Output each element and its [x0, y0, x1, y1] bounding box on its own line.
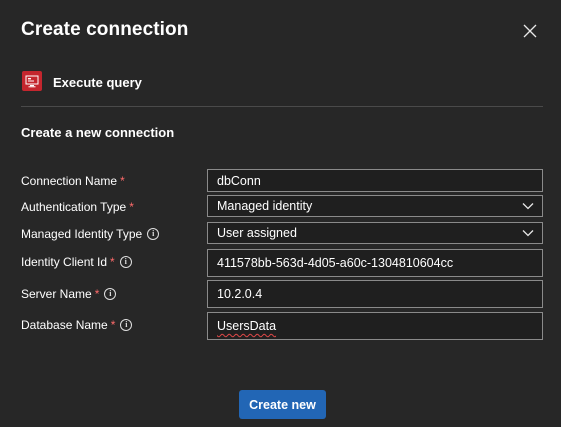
create-connection-dialog: Create connection Execute query Create a… — [0, 0, 561, 427]
database-name-label-text: Database Name — [21, 318, 108, 332]
authentication-type-select[interactable]: Managed identity — [207, 195, 543, 217]
server-name-input[interactable]: 10.2.0.4 — [207, 280, 543, 308]
info-icon[interactable]: i — [147, 228, 160, 240]
required-asterisk: * — [129, 200, 134, 214]
server-name-label-text: Server Name — [21, 287, 92, 301]
action-name: Execute query — [53, 75, 142, 90]
managed-identity-type-label-text: Managed Identity Type — [21, 227, 143, 241]
chevron-down-icon — [522, 203, 534, 210]
info-icon[interactable]: i — [120, 319, 133, 331]
authentication-type-label: Authentication Type * — [21, 200, 134, 214]
info-icon[interactable]: i — [104, 288, 117, 300]
chevron-down-icon — [522, 230, 534, 237]
close-icon — [523, 24, 537, 38]
authentication-type-label-text: Authentication Type — [21, 200, 127, 214]
close-button[interactable] — [519, 20, 541, 42]
server-name-label: Server Name * i — [21, 287, 117, 301]
required-asterisk: * — [120, 174, 125, 188]
section-title: Create a new connection — [21, 125, 175, 140]
identity-client-id-value: 411578bb-563d-4d05-a60c-1304810604cc — [217, 256, 454, 270]
sql-server-icon — [22, 71, 42, 91]
connection-name-input[interactable]: dbConn — [207, 169, 543, 192]
create-new-button[interactable]: Create new — [239, 390, 326, 419]
managed-identity-type-label: Managed Identity Type i — [21, 227, 160, 241]
identity-client-id-label: Identity Client Id * i — [21, 255, 132, 269]
info-icon[interactable]: i — [119, 256, 132, 268]
server-name-value: 10.2.0.4 — [217, 287, 263, 301]
required-asterisk: * — [94, 287, 100, 301]
divider — [21, 106, 543, 107]
managed-identity-type-value: User assigned — [217, 226, 297, 240]
connection-name-label: Connection Name * — [21, 174, 125, 188]
identity-client-id-label-text: Identity Client Id — [21, 255, 108, 269]
required-asterisk: * — [110, 255, 115, 269]
database-name-value: UsersData — [217, 319, 277, 333]
authentication-type-value: Managed identity — [217, 199, 313, 213]
identity-client-id-input[interactable]: 411578bb-563d-4d05-a60c-1304810604cc — [207, 249, 543, 277]
managed-identity-type-select[interactable]: User assigned — [207, 222, 543, 244]
dialog-title: Create connection — [21, 19, 189, 40]
required-asterisk: * — [110, 318, 116, 332]
database-name-label: Database Name * i — [21, 318, 133, 332]
database-name-input[interactable]: UsersData — [207, 312, 543, 340]
connection-name-value: dbConn — [217, 173, 261, 188]
connection-name-label-text: Connection Name — [21, 174, 118, 188]
